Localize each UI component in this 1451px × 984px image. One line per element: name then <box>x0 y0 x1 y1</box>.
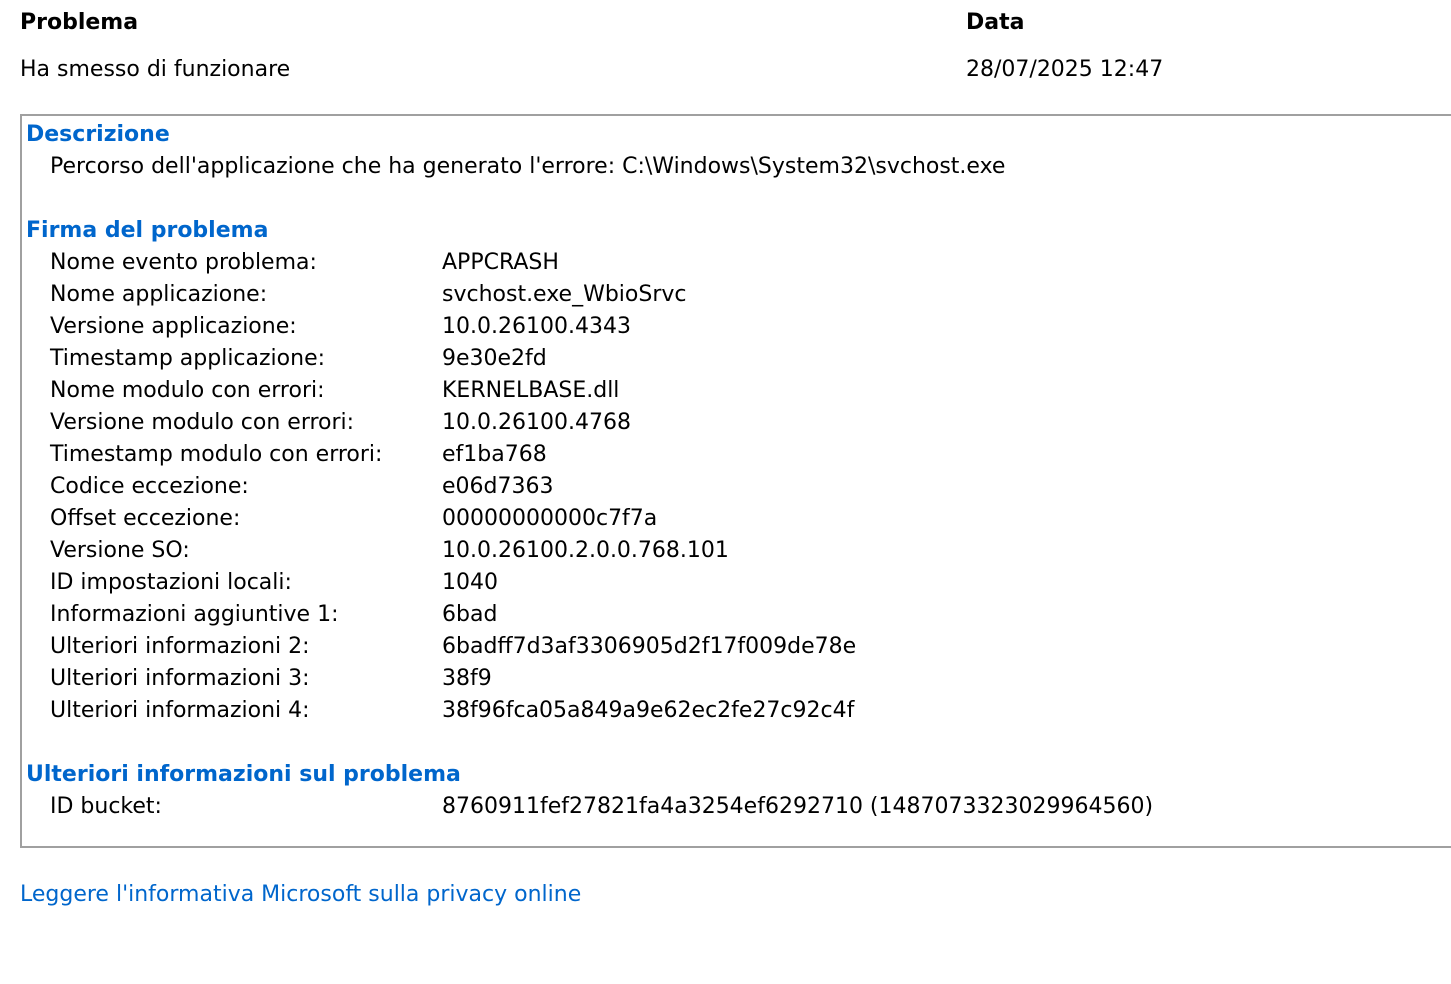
signature-key: Codice eccezione: <box>50 474 249 499</box>
signature-key: Offset eccezione: <box>50 506 241 531</box>
signature-value: 10.0.26100.4343 <box>442 314 631 339</box>
signature-key: Versione modulo con errori: <box>50 410 355 435</box>
signature-title: Firma del problema <box>26 218 269 243</box>
signature-value: 1040 <box>442 570 498 595</box>
signature-key: Versione SO: <box>50 538 190 563</box>
signature-value: 38f96fca05a849a9e62ec2fe27c92c4f <box>442 698 855 723</box>
date-column-header: Data <box>966 10 1025 35</box>
description-text: Percorso dell'applicazione che ha genera… <box>50 154 1006 179</box>
signature-key: Nome applicazione: <box>50 282 268 307</box>
privacy-statement-link[interactable]: Leggere l'informativa Microsoft sulla pr… <box>20 880 581 910</box>
signature-key: Nome modulo con errori: <box>50 378 325 403</box>
date-value: 28/07/2025 12:47 <box>966 57 1164 82</box>
signature-value: 10.0.26100.4768 <box>442 410 631 435</box>
signature-value: 6badff7d3af3306905d2f17f009de78e <box>442 634 857 659</box>
signature-key: Ulteriori informazioni 4: <box>50 698 310 723</box>
signature-value: svchost.exe_WbioSrvc <box>442 282 687 307</box>
signature-value: 10.0.26100.2.0.0.768.101 <box>442 538 729 563</box>
problem-details-panel: Descrizione Percorso dell'applicazione c… <box>20 114 1451 848</box>
signature-key: Versione applicazione: <box>50 314 297 339</box>
signature-value: 38f9 <box>442 666 492 691</box>
bucket-value: 8760911fef27821fa4a3254ef6292710 (148707… <box>442 794 1154 819</box>
problem-column-header: Problema <box>20 10 139 35</box>
signature-key: Timestamp applicazione: <box>50 346 326 371</box>
signature-key: ID impostazioni locali: <box>50 570 292 595</box>
extra-info-title: Ulteriori informazioni sul problema <box>26 762 461 787</box>
signature-key: Ulteriori informazioni 2: <box>50 634 310 659</box>
signature-value: e06d7363 <box>442 474 554 499</box>
bucket-key: ID bucket: <box>50 794 162 819</box>
signature-key: Timestamp modulo con errori: <box>50 442 383 467</box>
description-title: Descrizione <box>26 122 170 147</box>
signature-value: APPCRASH <box>442 250 559 275</box>
signature-value: 00000000000c7f7a <box>442 506 658 531</box>
signature-value: KERNELBASE.dll <box>442 378 620 403</box>
signature-value: ef1ba768 <box>442 442 547 467</box>
signature-key: Nome evento problema: <box>50 250 317 275</box>
signature-value: 6bad <box>442 602 498 627</box>
problem-summary: Problema Ha smesso di funzionare Data 28… <box>20 8 1420 98</box>
signature-value: 9e30e2fd <box>442 346 547 371</box>
problem-value: Ha smesso di funzionare <box>20 57 291 82</box>
signature-key: Ulteriori informazioni 3: <box>50 666 310 691</box>
signature-key: Informazioni aggiuntive 1: <box>50 602 339 627</box>
